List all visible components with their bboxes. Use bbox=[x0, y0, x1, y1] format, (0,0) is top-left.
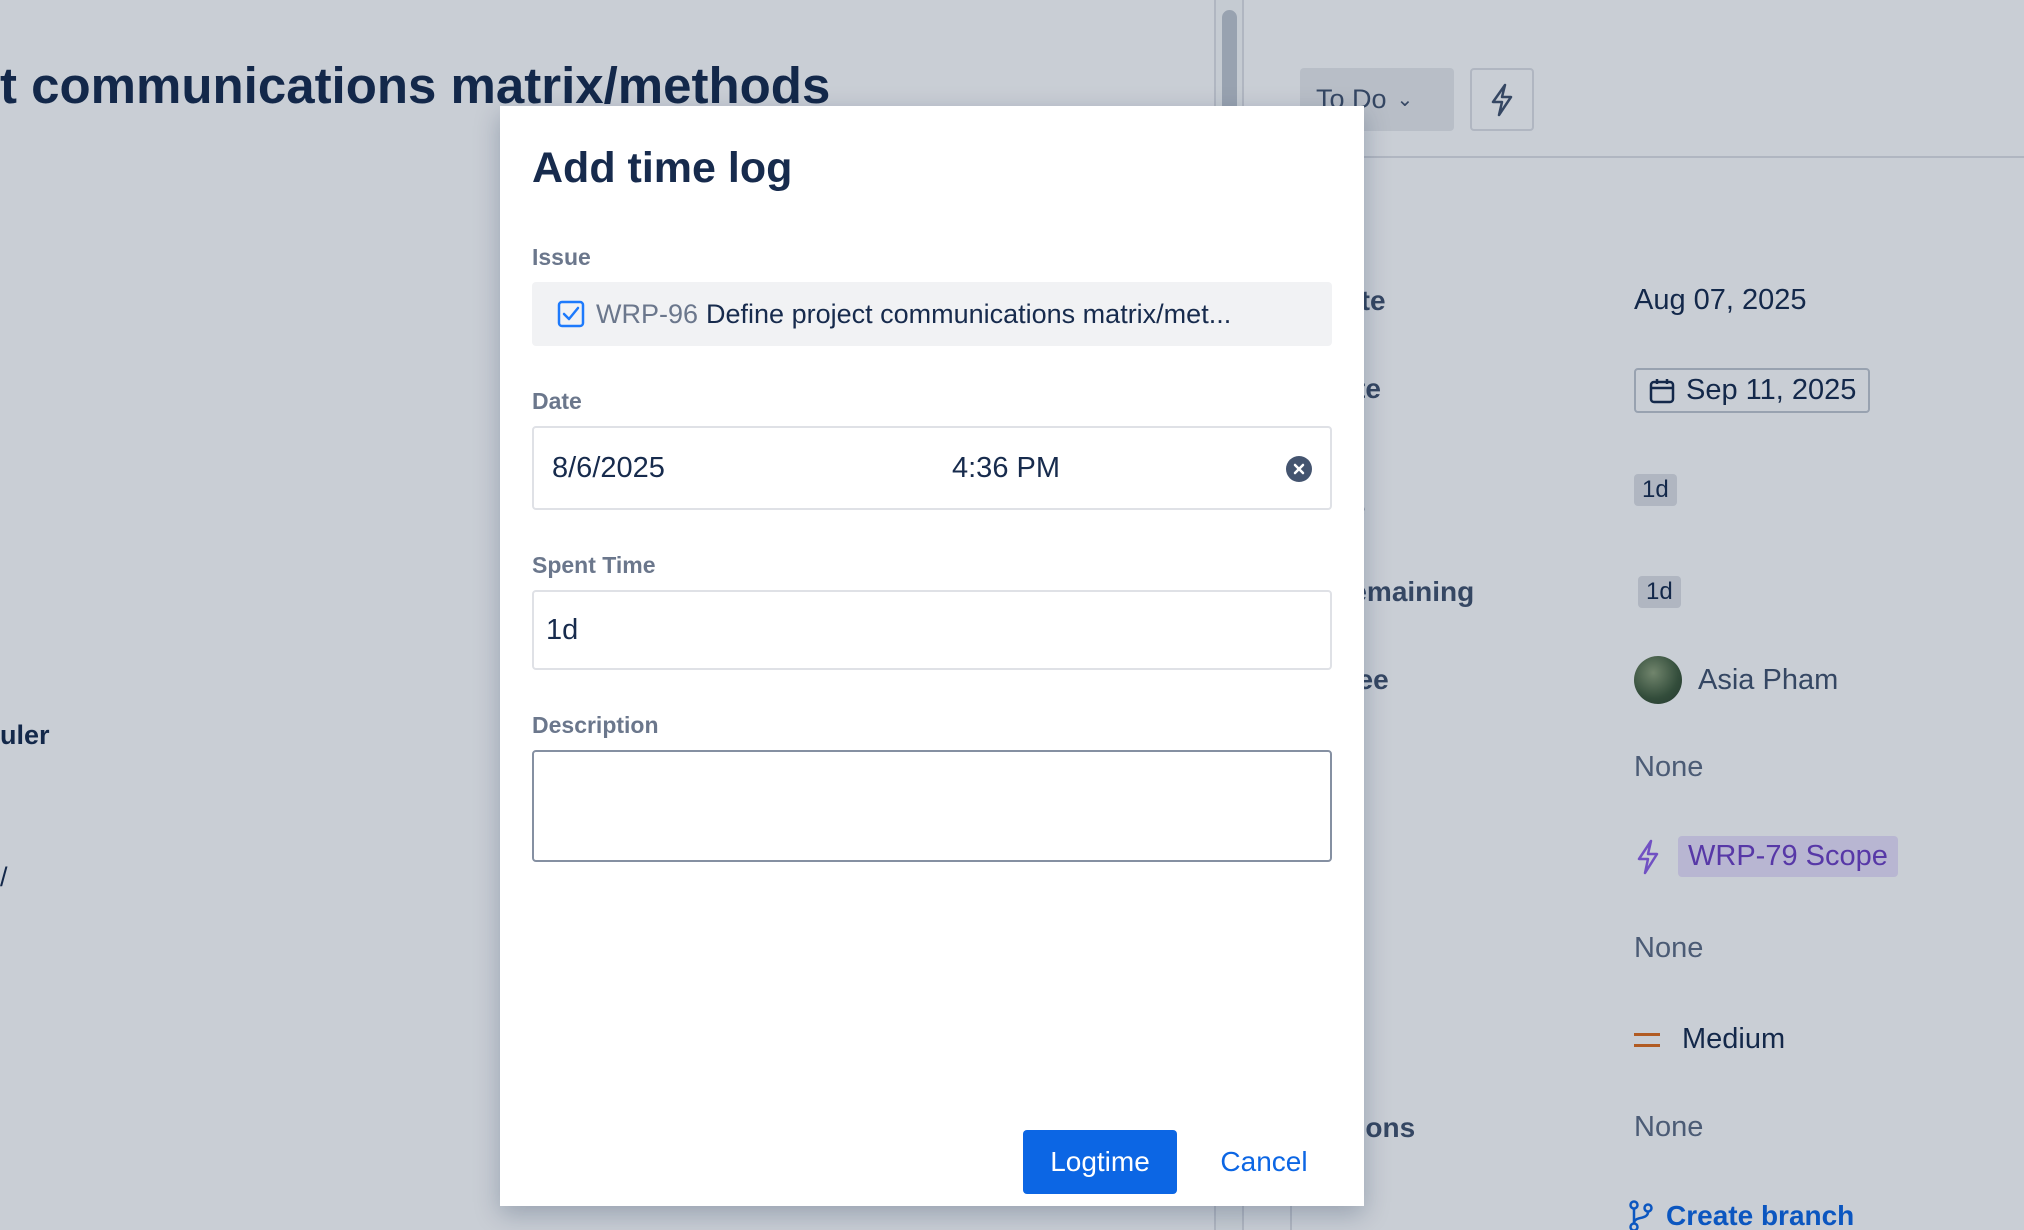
issue-field: WRP-96 Define project communications mat… bbox=[532, 282, 1332, 346]
issue-label: Issue bbox=[532, 244, 591, 270]
logtime-button[interactable]: Logtime bbox=[1023, 1130, 1177, 1194]
date-label: Date bbox=[532, 388, 582, 414]
description-label: Description bbox=[532, 712, 659, 738]
date-time-picker[interactable]: 8/6/2025 4:36 PM bbox=[532, 426, 1332, 510]
spent-time-value: 1d bbox=[546, 613, 579, 646]
clear-icon[interactable] bbox=[1286, 456, 1312, 482]
spent-time-input[interactable]: 1d bbox=[532, 590, 1332, 670]
date-input[interactable]: 8/6/2025 bbox=[552, 452, 665, 485]
add-time-log-dialog: Add time log Issue WRP-96 Define project… bbox=[500, 106, 1364, 1206]
issue-summary: Define project communications matrix/met… bbox=[706, 298, 1232, 329]
issue-key: WRP-96 bbox=[596, 298, 699, 329]
dialog-title: Add time log bbox=[532, 144, 793, 192]
spent-time-label: Spent Time bbox=[532, 552, 656, 578]
task-checkbox-icon bbox=[557, 300, 585, 328]
description-textarea[interactable] bbox=[532, 750, 1332, 862]
time-input[interactable]: 4:36 PM bbox=[952, 452, 1060, 485]
cancel-button[interactable]: Cancel bbox=[1200, 1130, 1328, 1194]
